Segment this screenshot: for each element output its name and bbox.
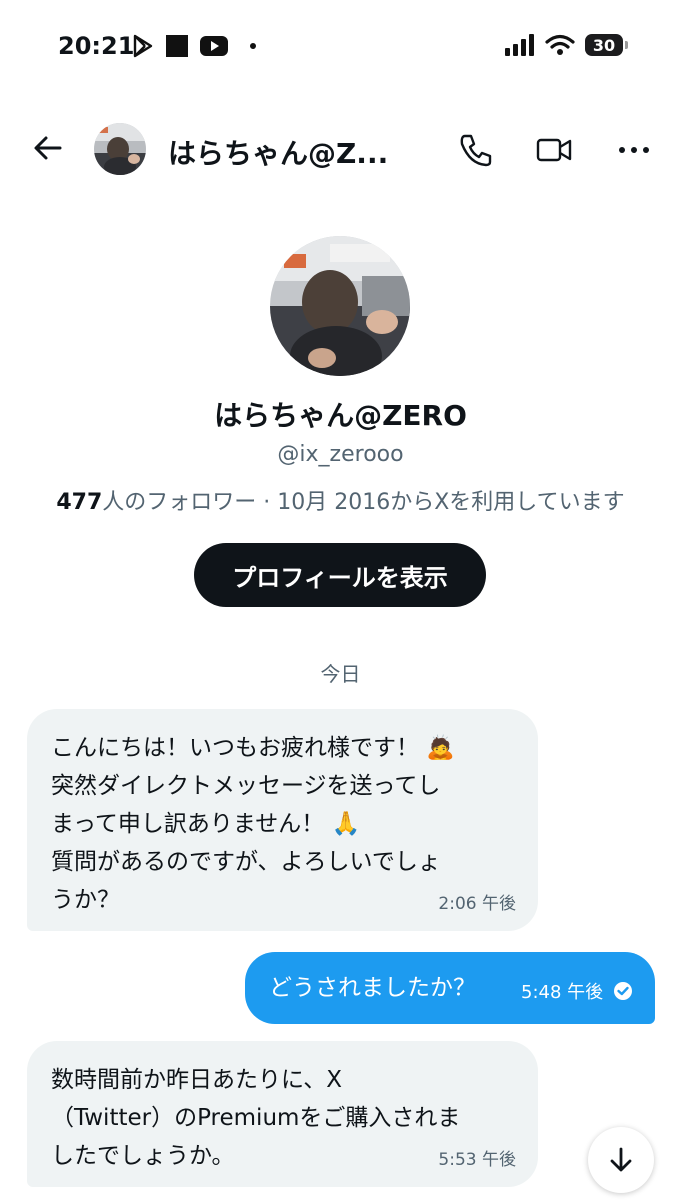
profile-meta: 477人のフォロワー · 10月 2016からXを利用しています [0,484,681,516]
video-icon[interactable] [534,130,574,170]
profile-name: はらちゃん@ZERO [214,399,467,432]
back-arrow-icon[interactable] [30,130,66,166]
message-timestamp: 5:53 午後 [438,1150,516,1170]
status-bar: 20:21 30 [0,0,681,96]
sent-check-icon [614,982,632,1000]
message-bubble-outgoing[interactable]: どうされましたか？ 5:48 午後 [245,952,655,1024]
message-line: 数時間前か昨日あたりに、X [51,1067,343,1093]
message-bubble-incoming[interactable]: 数時間前か昨日あたりに、X （Twitter）のPremiumをご購入されま し… [27,1041,538,1187]
profile-avatar[interactable] [270,236,410,376]
scroll-to-bottom-button[interactable] [588,1127,654,1193]
status-time: 20:21 [58,32,135,60]
message-line: 質問があるのですが、よろしいでしょ [51,849,441,875]
arrow-down-icon [610,1147,632,1172]
message-timestamp: 2:06 午後 [438,894,516,914]
dot-icon [250,43,256,49]
date-separator: 今日 [320,662,361,686]
message-line: こんにちは！いつもお疲れ様です！ 🙇 [51,735,455,761]
stop-square-icon [166,35,188,57]
more-icon[interactable] [614,130,654,170]
message-line: したでしょうか。 [51,1143,235,1169]
battery-icon: 30 [585,34,628,56]
message-line: （Twitter）のPremiumをご購入されま [51,1105,461,1131]
message-line: 突然ダイレクトメッセージを送ってし [51,773,441,799]
signal-icon [505,34,534,56]
status-notification-icons [132,34,256,58]
message-bubble-incoming[interactable]: こんにちは！いつもお疲れ様です！ 🙇 突然ダイレクトメッセージを送ってし まって… [27,709,538,931]
header-name[interactable]: はらちゃん@Z... [168,132,388,172]
followers-count: 477 [56,490,103,515]
message-timestamp: 5:48 午後 [521,982,604,1003]
play-store-icon [133,34,153,58]
message-line: うか？ [51,887,120,913]
message-text: どうされましたか？ [269,975,476,1001]
wifi-icon [545,34,575,55]
view-profile-button[interactable]: プロフィールを表示 [194,543,486,607]
message-line: まって申し訳ありません！ 🙏 [51,811,361,837]
youtube-icon [200,36,228,56]
profile-handle: @ix_zerooo [277,442,404,467]
status-system-icons: 30 [505,34,628,56]
followers-text: 人のフォロワー · 10月 2016からXを利用しています [102,490,625,515]
phone-icon[interactable] [456,130,496,170]
header-avatar[interactable] [94,123,146,175]
conversation-header: はらちゃん@Z... [0,118,681,182]
